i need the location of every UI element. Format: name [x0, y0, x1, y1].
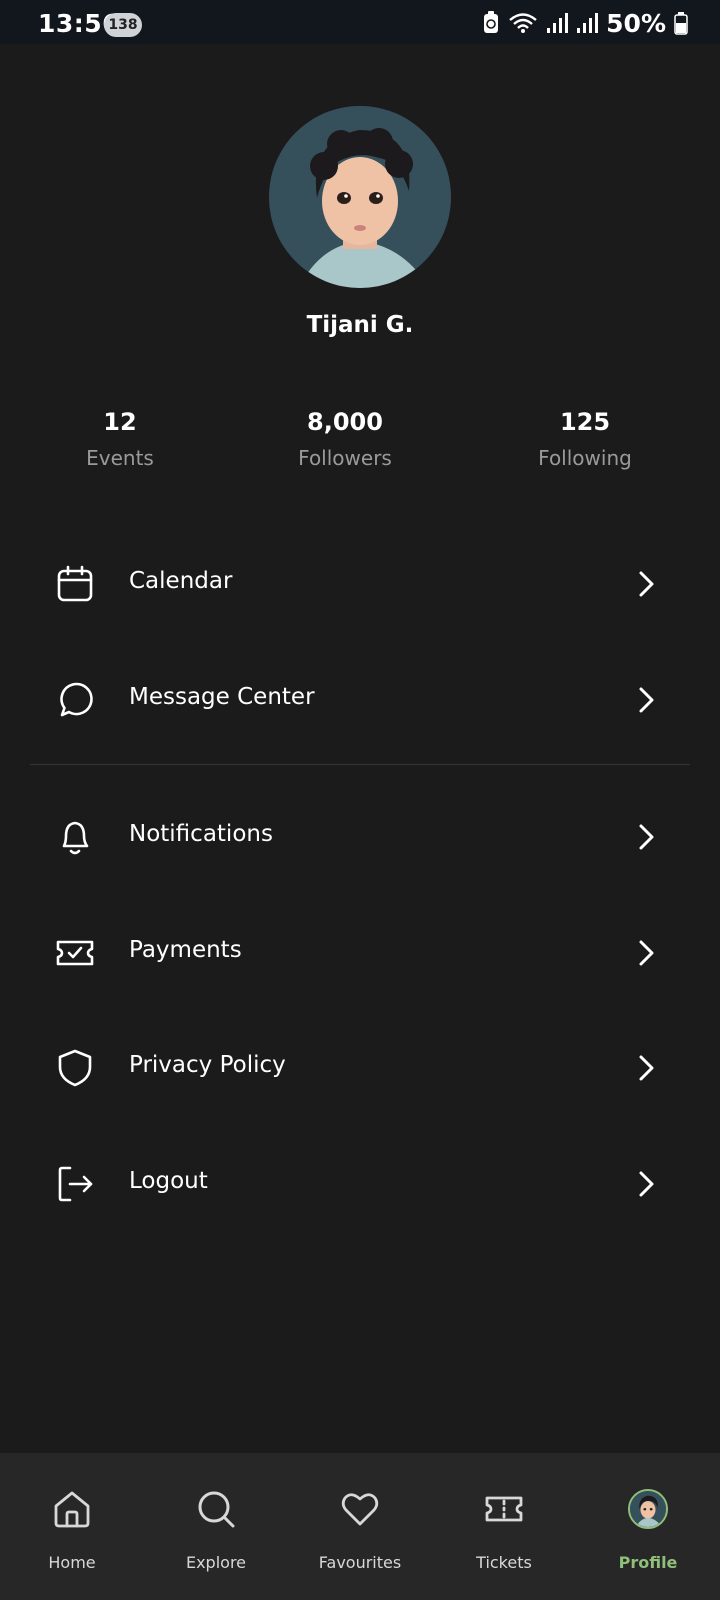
stat-following-label: Following	[538, 446, 632, 470]
profile-name: Tijani G.	[306, 312, 414, 338]
chevron-right-icon	[639, 940, 654, 966]
menu-item-privacy-policy[interactable]: Privacy Policy	[30, 1028, 690, 1108]
status-icons: 50%	[482, 8, 688, 38]
ticket-check-icon	[56, 940, 94, 966]
nav-label: Profile	[618, 1553, 678, 1572]
nav-label: Home	[48, 1553, 96, 1572]
heart-icon	[341, 1493, 379, 1526]
chat-bubble-icon	[60, 682, 93, 717]
nav-tickets[interactable]: Tickets	[432, 1453, 576, 1600]
chevron-right-icon	[639, 824, 654, 850]
nav-label: Tickets	[476, 1553, 532, 1572]
menu-item-logout[interactable]: Logout	[30, 1144, 690, 1224]
stat-events-value: 12	[103, 408, 137, 436]
menu-item-label: Logout	[129, 1168, 208, 1194]
signal-icon-2	[577, 13, 599, 33]
menu-item-calendar[interactable]: Calendar	[30, 544, 690, 624]
stat-events[interactable]: 12 Events	[20, 408, 220, 470]
chevron-right-icon	[639, 571, 654, 597]
menu-item-label: Notifications	[129, 821, 273, 847]
child-portrait-image	[269, 106, 451, 288]
bell-icon	[62, 821, 89, 855]
menu-item-label: Privacy Policy	[129, 1052, 286, 1078]
bottom-navigation: Home Explore Favourites Tickets Profile	[0, 1453, 720, 1600]
nav-avatar	[628, 1489, 668, 1529]
menu-item-notifications[interactable]: Notifications	[30, 797, 690, 877]
nav-favourites[interactable]: Favourites	[288, 1453, 432, 1600]
nav-profile[interactable]: Profile	[576, 1453, 720, 1600]
ticket-icon	[485, 1496, 523, 1522]
battery-saver-icon	[484, 11, 499, 33]
menu-item-label: Calendar	[129, 568, 233, 594]
chevron-right-icon	[639, 1171, 654, 1197]
profile-avatar[interactable]	[269, 106, 451, 288]
nav-home[interactable]: Home	[0, 1453, 144, 1600]
stat-following[interactable]: 125 Following	[485, 408, 685, 470]
stat-following-value: 125	[559, 408, 611, 436]
signal-icon-1	[547, 13, 569, 33]
stat-followers-value: 8,000	[307, 408, 383, 436]
child-portrait-thumbnail	[630, 1491, 666, 1527]
wifi-icon	[509, 13, 537, 33]
battery-icon	[674, 12, 688, 35]
nav-explore[interactable]: Explore	[144, 1453, 288, 1600]
notification-count-badge: 138	[104, 13, 142, 37]
menu-item-payments[interactable]: Payments	[30, 913, 690, 993]
menu-item-label: Payments	[129, 937, 242, 963]
nav-label: Explore	[185, 1553, 247, 1572]
nav-label: Favourites	[318, 1553, 402, 1572]
battery-percent: 50%	[606, 8, 666, 38]
menu-item-label: Message Center	[129, 684, 315, 710]
stat-followers[interactable]: 8,000 Followers	[245, 408, 445, 470]
search-icon	[198, 1491, 235, 1528]
home-icon	[54, 1491, 90, 1528]
status-bar: 13:56 138 50%	[0, 0, 720, 44]
menu-divider	[30, 764, 690, 765]
stat-events-label: Events	[86, 446, 154, 470]
menu-item-message-center[interactable]: Message Center	[30, 660, 690, 740]
shield-icon	[58, 1049, 92, 1087]
logout-icon	[58, 1166, 93, 1202]
stat-followers-label: Followers	[298, 446, 392, 470]
chevron-right-icon	[639, 687, 654, 713]
calendar-icon	[57, 565, 93, 602]
chevron-right-icon	[639, 1055, 654, 1081]
